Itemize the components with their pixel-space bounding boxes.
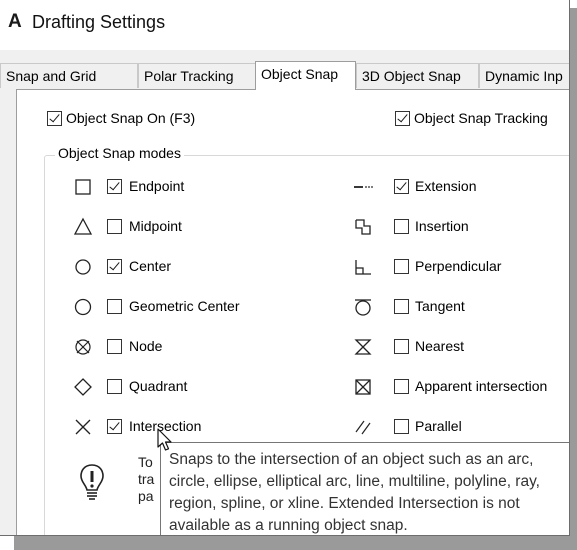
midpoint-checkbox[interactable] <box>107 219 122 234</box>
midpoint-triangle-icon <box>73 217 93 235</box>
perpendicular-icon <box>355 260 371 275</box>
endpoint-label[interactable]: Endpoint <box>129 178 184 194</box>
window-shadow-bottom <box>14 536 577 550</box>
hint-line-3: pa <box>138 488 154 504</box>
tab-snap-and-grid[interactable]: Snap and Grid <box>0 63 138 88</box>
intersection-checkbox[interactable] <box>107 419 122 434</box>
tangent-label[interactable]: Tangent <box>415 298 465 314</box>
parallel-icon <box>355 420 371 435</box>
drafting-settings-dialog: A Drafting Settings Snap and Grid Polar … <box>0 0 570 536</box>
tab-3d-object-snap[interactable]: 3D Object Snap <box>356 63 479 88</box>
tab-strip: Snap and Grid Polar Tracking Object Snap… <box>0 61 569 90</box>
apparent-intersection-icon <box>355 379 371 395</box>
center-label[interactable]: Center <box>129 258 171 274</box>
insertion-checkbox[interactable] <box>394 219 409 234</box>
node-label[interactable]: Node <box>129 338 162 354</box>
geometric-center-label[interactable]: Geometric Center <box>129 298 239 314</box>
quadrant-checkbox[interactable] <box>107 379 122 394</box>
endpoint-checkbox[interactable] <box>107 179 122 194</box>
insertion-icon <box>355 219 371 235</box>
midpoint-label[interactable]: Midpoint <box>129 218 182 234</box>
geometric-center-icon <box>74 298 92 316</box>
nearest-hourglass-icon <box>354 339 372 355</box>
autocad-app-icon: A <box>8 11 22 32</box>
object-snap-on-checkbox[interactable] <box>47 111 62 126</box>
quadrant-label[interactable]: Quadrant <box>129 378 187 394</box>
node-checkbox[interactable] <box>107 339 122 354</box>
perpendicular-checkbox[interactable] <box>394 259 409 274</box>
window-title: Drafting Settings <box>32 12 166 32</box>
title-bar[interactable]: A Drafting Settings <box>0 0 569 50</box>
insertion-label[interactable]: Insertion <box>415 218 469 234</box>
perpendicular-label[interactable]: Perpendicular <box>415 258 501 274</box>
tab-object-snap[interactable]: Object Snap <box>255 61 356 90</box>
tangent-icon <box>355 299 371 316</box>
object-snap-modes-label: Object Snap modes <box>55 145 184 161</box>
apparent-intersection-checkbox[interactable] <box>394 379 409 394</box>
object-snap-on-label[interactable]: Object Snap On (F3) <box>66 110 195 126</box>
center-checkbox[interactable] <box>107 259 122 274</box>
window-shadow-right <box>570 8 577 542</box>
extension-checkbox[interactable] <box>394 179 409 194</box>
parallel-checkbox[interactable] <box>394 419 409 434</box>
mouse-pointer-icon <box>157 428 172 451</box>
tangent-checkbox[interactable] <box>394 299 409 314</box>
extension-icon <box>354 186 373 188</box>
tab-dynamic-input[interactable]: Dynamic Inp <box>479 63 569 88</box>
endpoint-square-icon <box>75 179 91 195</box>
nearest-label[interactable]: Nearest <box>415 338 464 354</box>
intersection-tooltip: Snaps to the intersection of an object s… <box>160 442 569 535</box>
node-icon <box>75 339 91 355</box>
hint-line-2: tra <box>138 471 155 487</box>
extension-label[interactable]: Extension <box>415 178 476 194</box>
geometric-center-checkbox[interactable] <box>107 299 122 314</box>
nearest-checkbox[interactable] <box>394 339 409 354</box>
quadrant-diamond-icon <box>74 378 92 396</box>
center-circle-icon <box>75 259 91 275</box>
parallel-label[interactable]: Parallel <box>415 418 462 434</box>
tab-polar-tracking[interactable]: Polar Tracking <box>138 63 256 88</box>
lightbulb-icon <box>80 464 104 500</box>
apparent-intersection-label[interactable]: Apparent intersection <box>415 378 547 394</box>
intersection-x-icon <box>75 419 91 435</box>
hint-line-1: To <box>138 454 153 470</box>
object-snap-tracking-label[interactable]: Object Snap Tracking <box>414 110 548 126</box>
object-snap-tracking-checkbox[interactable] <box>395 111 410 126</box>
